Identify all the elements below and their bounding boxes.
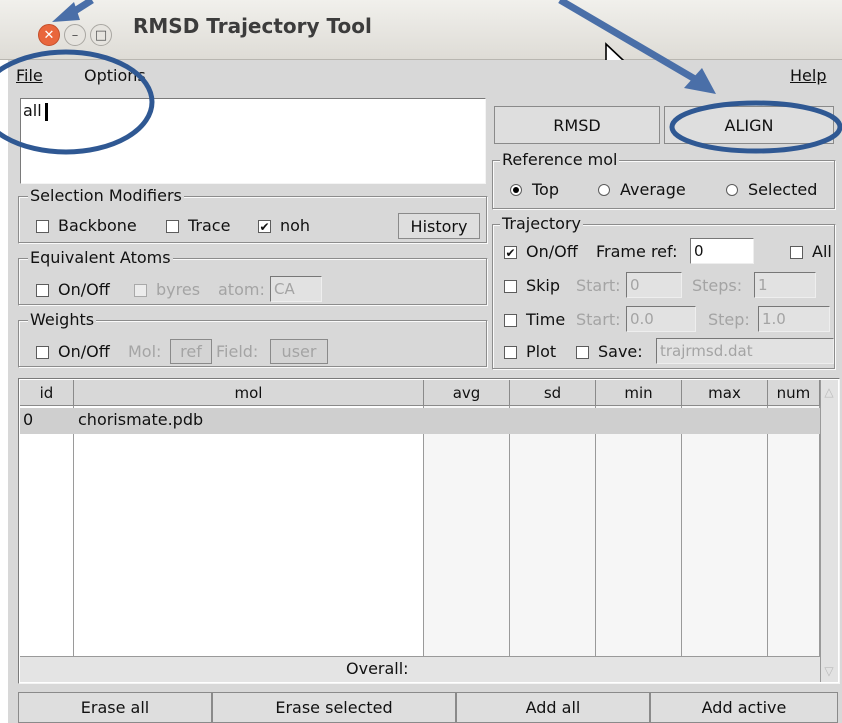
header-id[interactable]: id — [20, 380, 74, 406]
trajectory-onoff-checkbox[interactable]: ✔ — [504, 246, 517, 259]
text-cursor — [45, 103, 48, 121]
checkmark-icon: ✔ — [259, 220, 270, 234]
maximize-window-button[interactable]: □ — [90, 24, 112, 46]
reference-average-label: Average — [620, 180, 686, 199]
time-start-label: Start: — [576, 310, 621, 329]
atom-label: atom: — [218, 280, 265, 299]
skip-start-field[interactable]: 0 — [626, 272, 682, 298]
frame-ref-field[interactable]: 0 — [690, 238, 754, 264]
column-avg — [424, 406, 510, 656]
plot-checkbox[interactable] — [504, 346, 517, 359]
weights-title: Weights — [28, 310, 97, 329]
column-min — [596, 406, 682, 656]
checkmark-icon: ✔ — [505, 246, 516, 260]
header-sd[interactable]: sd — [510, 380, 596, 406]
atom-field[interactable]: CA — [270, 276, 322, 302]
header-mol[interactable]: mol — [74, 380, 424, 406]
plot-label: Plot — [526, 342, 557, 361]
save-checkbox[interactable] — [576, 346, 589, 359]
weights-mol-label: Mol: — [128, 342, 162, 361]
minimize-window-button[interactable]: – — [64, 24, 86, 46]
close-icon: ✕ — [43, 27, 55, 43]
weights-field-button[interactable]: user — [270, 339, 328, 364]
history-button[interactable]: History — [398, 213, 480, 239]
menu-help[interactable]: Help — [790, 66, 826, 85]
overall-label: Overall: — [346, 659, 409, 678]
maximize-icon: □ — [94, 27, 108, 43]
steps-field[interactable]: 1 — [754, 272, 816, 298]
weights-checkbox[interactable] — [36, 346, 49, 359]
all-frames-checkbox[interactable] — [790, 246, 803, 259]
header-min[interactable]: min — [596, 380, 682, 406]
time-step-label: Step: — [708, 310, 750, 329]
time-label: Time — [526, 310, 566, 329]
time-step-field[interactable]: 1.0 — [758, 306, 830, 332]
equivalent-atoms-onoff-label: On/Off — [58, 280, 110, 299]
weights-mol-button[interactable]: ref — [170, 339, 212, 364]
rmsd-button[interactable]: RMSD — [494, 106, 660, 144]
reference-selected-radio[interactable] — [726, 184, 738, 196]
menu-file[interactable]: File — [16, 66, 43, 85]
equivalent-atoms-checkbox[interactable] — [36, 284, 49, 297]
menu-options[interactable]: Options — [84, 66, 146, 85]
column-max — [682, 406, 768, 656]
all-frames-label: All — [812, 242, 832, 261]
overall-row — [20, 656, 820, 682]
row-mol: chorismate.pdb — [78, 410, 204, 429]
window-title: RMSD Trajectory Tool — [133, 14, 372, 38]
reference-top-label: Top — [532, 180, 559, 199]
close-window-button[interactable]: ✕ — [38, 24, 60, 46]
align-button[interactable]: ALIGN — [664, 106, 834, 144]
equivalent-atoms-title: Equivalent Atoms — [28, 248, 173, 267]
minimize-icon: – — [71, 27, 79, 43]
backbone-label: Backbone — [58, 216, 137, 235]
column-id — [20, 406, 74, 656]
save-file-field[interactable]: trajrmsd.dat — [656, 338, 834, 364]
skip-checkbox[interactable] — [504, 280, 517, 293]
noh-checkbox[interactable]: ✔ — [258, 220, 271, 233]
column-mol — [74, 406, 424, 656]
selection-modifiers-title: Selection Modifiers — [28, 186, 184, 205]
trace-label: Trace — [188, 216, 231, 235]
time-start-field[interactable]: 0.0 — [626, 306, 696, 332]
erase-selected-button[interactable]: Erase selected — [212, 692, 456, 723]
row-id: 0 — [23, 410, 34, 429]
reference-selected-label: Selected — [748, 180, 818, 199]
reference-average-radio[interactable] — [598, 184, 610, 196]
scroll-down-icon[interactable]: ▽ — [821, 660, 837, 682]
erase-all-button[interactable]: Erase all — [18, 692, 212, 723]
backbone-checkbox[interactable] — [36, 220, 49, 233]
column-sd — [510, 406, 596, 656]
add-active-button[interactable]: Add active — [650, 692, 838, 723]
weights-field-label: Field: — [216, 342, 259, 361]
save-label: Save: — [598, 342, 643, 361]
add-all-button[interactable]: Add all — [456, 692, 650, 723]
trace-checkbox[interactable] — [166, 220, 179, 233]
reference-top-radio[interactable] — [510, 184, 522, 196]
skip-start-label: Start: — [576, 276, 621, 295]
byres-label: byres — [156, 280, 201, 299]
time-checkbox[interactable] — [504, 314, 517, 327]
title-bar — [0, 0, 842, 60]
frame-ref-label: Frame ref: — [596, 242, 678, 261]
steps-label: Steps: — [692, 276, 743, 295]
skip-label: Skip — [526, 276, 561, 295]
noh-label: noh — [280, 216, 311, 235]
weights-onoff-label: On/Off — [58, 342, 110, 361]
selection-text: all — [23, 101, 42, 120]
table-scrollbar[interactable] — [820, 380, 838, 682]
column-num — [768, 406, 820, 656]
selection-text-area[interactable]: all — [20, 98, 486, 184]
header-num[interactable]: num — [768, 380, 820, 406]
scroll-up-icon[interactable]: △ — [821, 381, 837, 403]
header-avg[interactable]: avg — [424, 380, 510, 406]
trajectory-onoff-label: On/Off — [526, 242, 578, 261]
byres-checkbox[interactable] — [134, 284, 147, 297]
reference-mol-title: Reference mol — [500, 150, 620, 169]
trajectory-title: Trajectory — [500, 214, 583, 233]
header-max[interactable]: max — [682, 380, 768, 406]
